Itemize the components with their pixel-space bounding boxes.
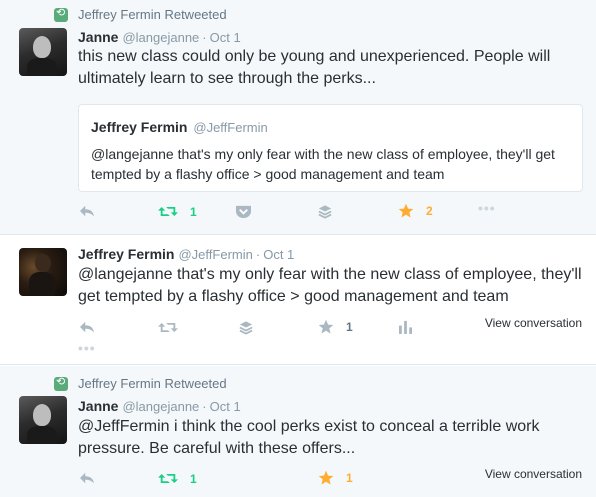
retweet-button[interactable]: 1 <box>158 204 197 219</box>
retweet-badge-icon <box>54 6 68 22</box>
quoted-author-handle: @JeffFermin <box>193 120 268 135</box>
avatar[interactable] <box>19 248 67 296</box>
more-icon: ••• <box>78 340 96 356</box>
tweet-header: Janne @langejanne · Oct 1 <box>78 398 241 414</box>
retweet-button[interactable]: 1 <box>158 471 197 486</box>
reply-button[interactable] <box>78 320 96 334</box>
buffer-icon <box>239 320 253 335</box>
author-handle[interactable]: @langejanne <box>122 399 199 414</box>
star-icon <box>318 319 334 335</box>
buffer-icon <box>318 204 332 219</box>
like-button[interactable]: 1 <box>318 319 353 335</box>
retweet-count: 1 <box>190 204 197 219</box>
retweet-button[interactable] <box>158 320 178 335</box>
reply-icon <box>78 471 96 485</box>
view-conversation-link[interactable]: View conversation <box>485 316 582 330</box>
analytics-button[interactable] <box>399 319 412 334</box>
quoted-author-name: Jeffrey Fermin <box>91 119 188 135</box>
star-icon <box>398 203 414 219</box>
reply-button[interactable] <box>78 204 96 218</box>
like-button[interactable]: 1 <box>318 470 353 486</box>
reply-icon <box>78 320 96 334</box>
retweet-context: Jeffrey Fermin Retweeted <box>54 375 227 391</box>
retweet-count: 1 <box>190 471 197 486</box>
analytics-icon <box>399 319 412 334</box>
quoted-author: Jeffrey Fermin @JeffFermin <box>91 119 268 135</box>
view-conversation-link[interactable]: View conversation <box>485 467 582 481</box>
reply-button[interactable] <box>78 471 96 485</box>
tweet-header: Jeffrey Fermin @JeffFermin · Oct 1 <box>78 246 294 262</box>
tweet-text: @JeffFermin i think the cool perks exist… <box>78 418 540 457</box>
buffer-button[interactable] <box>239 320 253 335</box>
more-button[interactable]: ••• <box>78 340 96 356</box>
separator-dot: · <box>202 30 207 45</box>
author-name[interactable]: Jeffrey Fermin <box>78 246 174 262</box>
retweeted-by-label: Jeffrey Fermin Retweeted <box>78 376 227 391</box>
retweet-context: Jeffrey Fermin Retweeted <box>54 6 227 22</box>
author-name[interactable]: Janne <box>78 29 118 45</box>
separator-dot: · <box>255 247 261 262</box>
author-name[interactable]: Janne <box>78 398 118 414</box>
tweet-timestamp[interactable]: Oct 1 <box>263 247 294 262</box>
tweet[interactable]: Jeffrey Fermin Retweeted Janne @langejan… <box>0 366 596 497</box>
reply-icon <box>78 204 96 218</box>
more-icon: ••• <box>478 200 496 216</box>
tweet-timestamp[interactable]: Oct 1 <box>210 399 241 414</box>
tweet[interactable]: Jeffrey Fermin @JeffFermin · Oct 1 @lang… <box>0 236 596 365</box>
pocket-icon <box>235 204 252 219</box>
author-handle[interactable]: @langejanne <box>122 30 199 45</box>
retweet-badge-icon <box>54 375 68 391</box>
more-button[interactable]: ••• <box>478 200 496 216</box>
buffer-button[interactable] <box>318 204 332 219</box>
like-button[interactable]: 2 <box>398 203 433 219</box>
like-count: 1 <box>346 320 353 334</box>
author-handle[interactable]: @JeffFermin <box>178 247 252 262</box>
separator-dot: · <box>202 399 207 414</box>
quoted-tweet[interactable]: Jeffrey Fermin @JeffFermin @langejanne t… <box>78 104 583 192</box>
avatar[interactable] <box>19 28 67 76</box>
retweet-icon <box>158 320 178 335</box>
tweet[interactable]: Jeffrey Fermin Retweeted Janne @langejan… <box>0 0 596 235</box>
like-count: 2 <box>426 204 433 218</box>
avatar[interactable] <box>19 396 67 444</box>
tweet-text: this new class could only be young and u… <box>78 48 551 87</box>
retweet-icon <box>158 471 178 486</box>
pocket-button[interactable] <box>235 204 252 219</box>
star-icon <box>318 470 334 486</box>
quoted-tweet-text: @langejanne that's my only fear with the… <box>91 146 555 182</box>
tweet-text: @langejanne that's my only fear with the… <box>78 266 582 305</box>
tweet-header: Janne @langejanne · Oct 1 <box>78 29 241 45</box>
tweet-timestamp[interactable]: Oct 1 <box>210 30 241 45</box>
retweet-icon <box>158 204 178 219</box>
retweeted-by-label: Jeffrey Fermin Retweeted <box>78 7 227 22</box>
like-count: 1 <box>346 471 353 485</box>
